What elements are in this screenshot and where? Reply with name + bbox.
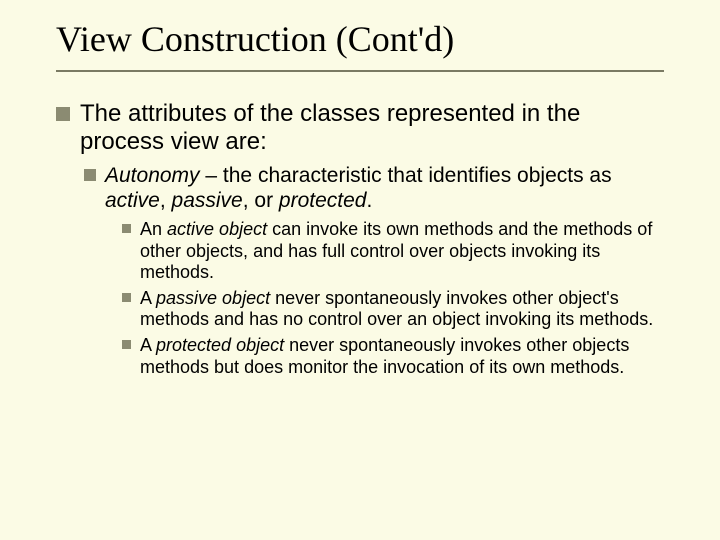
bullet-level1: The attributes of the classes represente…: [56, 100, 664, 157]
keyword-active: active: [105, 189, 160, 212]
bullet3c-text: A protected object never spontaneously i…: [140, 335, 664, 378]
keyword-protected: protected: [279, 189, 367, 212]
bullet-level3: An active object can invoke its own meth…: [122, 219, 664, 284]
term-protected-object: protected object: [156, 335, 284, 355]
bullet-level2: Autonomy – the characteristic that ident…: [84, 163, 664, 213]
bullet3a-text: An active object can invoke its own meth…: [140, 219, 664, 284]
square-bullet-icon: [84, 169, 96, 181]
keyword-passive: passive: [172, 189, 243, 212]
bullet2-text: Autonomy – the characteristic that ident…: [105, 163, 664, 213]
term-active-object: active object: [167, 219, 267, 239]
title-underline: [56, 70, 664, 72]
bullet-level3: A passive object never spontaneously inv…: [122, 288, 664, 331]
slide-title: View Construction (Cont'd): [56, 18, 664, 70]
square-bullet-icon: [122, 224, 131, 233]
slide: View Construction (Cont'd) The attribute…: [0, 0, 720, 540]
term-autonomy: Autonomy: [105, 164, 200, 187]
square-bullet-icon: [122, 293, 131, 302]
bullet-level3: A protected object never spontaneously i…: [122, 335, 664, 378]
square-bullet-icon: [56, 107, 70, 121]
bullet3b-text: A passive object never spontaneously inv…: [140, 288, 664, 331]
term-passive-object: passive object: [156, 288, 270, 308]
bullet1-text: The attributes of the classes represente…: [80, 100, 664, 157]
square-bullet-icon: [122, 340, 131, 349]
